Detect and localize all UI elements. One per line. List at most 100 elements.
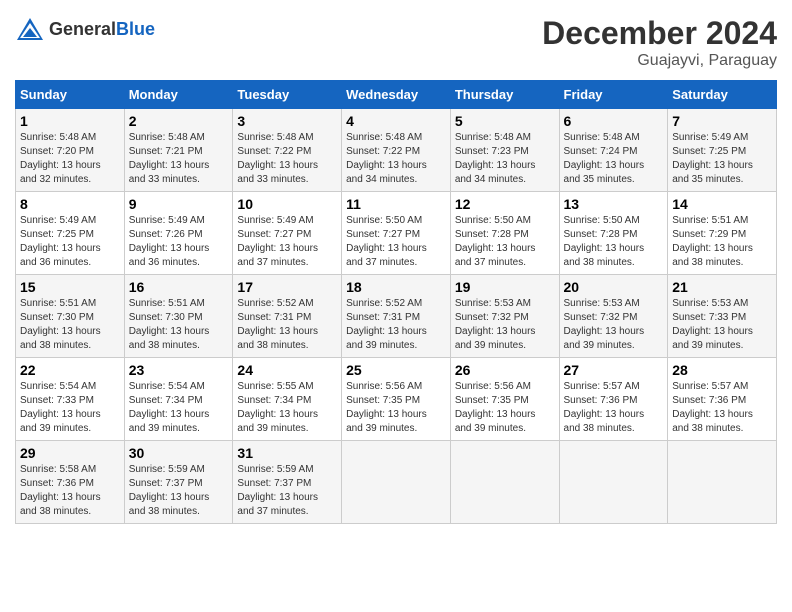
day-number: 26 (455, 362, 555, 378)
day-info: Sunrise: 5:57 AM Sunset: 7:36 PM Dayligh… (564, 380, 664, 436)
day-number: 23 (129, 362, 229, 378)
day-number: 9 (129, 196, 229, 212)
calendar-cell: 23 Sunrise: 5:54 AM Sunset: 7:34 PM Dayl… (124, 358, 233, 441)
calendar-row-1: 1 Sunrise: 5:48 AM Sunset: 7:20 PM Dayli… (16, 109, 777, 192)
day-number: 17 (237, 279, 337, 295)
day-info: Sunrise: 5:49 AM Sunset: 7:26 PM Dayligh… (129, 214, 229, 270)
day-number: 13 (564, 196, 664, 212)
calendar-cell: 13 Sunrise: 5:50 AM Sunset: 7:28 PM Dayl… (559, 192, 668, 275)
calendar-header: Sunday Monday Tuesday Wednesday Thursday… (16, 81, 777, 109)
header-friday: Friday (559, 81, 668, 109)
calendar-cell: 6 Sunrise: 5:48 AM Sunset: 7:24 PM Dayli… (559, 109, 668, 192)
day-number: 20 (564, 279, 664, 295)
calendar-cell: 11 Sunrise: 5:50 AM Sunset: 7:27 PM Dayl… (342, 192, 451, 275)
calendar-cell: 16 Sunrise: 5:51 AM Sunset: 7:30 PM Dayl… (124, 275, 233, 358)
day-info: Sunrise: 5:50 AM Sunset: 7:27 PM Dayligh… (346, 214, 446, 270)
day-number: 28 (672, 362, 772, 378)
day-info: Sunrise: 5:48 AM Sunset: 7:22 PM Dayligh… (237, 131, 337, 187)
calendar-cell (559, 441, 668, 524)
day-info: Sunrise: 5:51 AM Sunset: 7:29 PM Dayligh… (672, 214, 772, 270)
day-number: 14 (672, 196, 772, 212)
calendar-cell: 24 Sunrise: 5:55 AM Sunset: 7:34 PM Dayl… (233, 358, 342, 441)
calendar-cell: 22 Sunrise: 5:54 AM Sunset: 7:33 PM Dayl… (16, 358, 125, 441)
day-info: Sunrise: 5:56 AM Sunset: 7:35 PM Dayligh… (346, 380, 446, 436)
header-tuesday: Tuesday (233, 81, 342, 109)
day-info: Sunrise: 5:49 AM Sunset: 7:25 PM Dayligh… (672, 131, 772, 187)
logo-icon (15, 15, 45, 45)
calendar-cell: 10 Sunrise: 5:49 AM Sunset: 7:27 PM Dayl… (233, 192, 342, 275)
day-number: 10 (237, 196, 337, 212)
day-info: Sunrise: 5:55 AM Sunset: 7:34 PM Dayligh… (237, 380, 337, 436)
header-monday: Monday (124, 81, 233, 109)
calendar-cell (342, 441, 451, 524)
day-number: 8 (20, 196, 120, 212)
day-info: Sunrise: 5:50 AM Sunset: 7:28 PM Dayligh… (455, 214, 555, 270)
calendar-cell: 3 Sunrise: 5:48 AM Sunset: 7:22 PM Dayli… (233, 109, 342, 192)
calendar-cell: 28 Sunrise: 5:57 AM Sunset: 7:36 PM Dayl… (668, 358, 777, 441)
calendar-row-3: 15 Sunrise: 5:51 AM Sunset: 7:30 PM Dayl… (16, 275, 777, 358)
day-number: 24 (237, 362, 337, 378)
day-info: Sunrise: 5:51 AM Sunset: 7:30 PM Dayligh… (20, 297, 120, 353)
day-number: 21 (672, 279, 772, 295)
day-info: Sunrise: 5:50 AM Sunset: 7:28 PM Dayligh… (564, 214, 664, 270)
calendar-body: 1 Sunrise: 5:48 AM Sunset: 7:20 PM Dayli… (16, 109, 777, 524)
calendar-cell: 18 Sunrise: 5:52 AM Sunset: 7:31 PM Dayl… (342, 275, 451, 358)
logo-blue-text: Blue (116, 19, 155, 39)
day-number: 30 (129, 445, 229, 461)
page-container: GeneralBlue December 2024 Guajayvi, Para… (15, 15, 777, 524)
day-number: 3 (237, 113, 337, 129)
day-info: Sunrise: 5:54 AM Sunset: 7:33 PM Dayligh… (20, 380, 120, 436)
day-info: Sunrise: 5:59 AM Sunset: 7:37 PM Dayligh… (129, 463, 229, 519)
day-info: Sunrise: 5:49 AM Sunset: 7:25 PM Dayligh… (20, 214, 120, 270)
calendar-cell: 29 Sunrise: 5:58 AM Sunset: 7:36 PM Dayl… (16, 441, 125, 524)
location: Guajayvi, Paraguay (542, 52, 777, 70)
day-number: 4 (346, 113, 446, 129)
header-thursday: Thursday (450, 81, 559, 109)
header: GeneralBlue December 2024 Guajayvi, Para… (15, 15, 777, 70)
day-info: Sunrise: 5:54 AM Sunset: 7:34 PM Dayligh… (129, 380, 229, 436)
calendar-cell: 7 Sunrise: 5:49 AM Sunset: 7:25 PM Dayli… (668, 109, 777, 192)
calendar-cell (668, 441, 777, 524)
header-sunday: Sunday (16, 81, 125, 109)
calendar-cell: 26 Sunrise: 5:56 AM Sunset: 7:35 PM Dayl… (450, 358, 559, 441)
logo-general-text: General (49, 19, 116, 39)
title-area: December 2024 Guajayvi, Paraguay (542, 15, 777, 70)
day-number: 6 (564, 113, 664, 129)
calendar-cell: 12 Sunrise: 5:50 AM Sunset: 7:28 PM Dayl… (450, 192, 559, 275)
day-info: Sunrise: 5:59 AM Sunset: 7:37 PM Dayligh… (237, 463, 337, 519)
day-info: Sunrise: 5:51 AM Sunset: 7:30 PM Dayligh… (129, 297, 229, 353)
day-number: 29 (20, 445, 120, 461)
day-number: 1 (20, 113, 120, 129)
calendar-cell: 4 Sunrise: 5:48 AM Sunset: 7:22 PM Dayli… (342, 109, 451, 192)
calendar-cell: 27 Sunrise: 5:57 AM Sunset: 7:36 PM Dayl… (559, 358, 668, 441)
day-info: Sunrise: 5:53 AM Sunset: 7:32 PM Dayligh… (455, 297, 555, 353)
day-info: Sunrise: 5:56 AM Sunset: 7:35 PM Dayligh… (455, 380, 555, 436)
calendar-row-2: 8 Sunrise: 5:49 AM Sunset: 7:25 PM Dayli… (16, 192, 777, 275)
calendar-cell: 19 Sunrise: 5:53 AM Sunset: 7:32 PM Dayl… (450, 275, 559, 358)
logo: GeneralBlue (15, 15, 155, 45)
day-number: 11 (346, 196, 446, 212)
calendar-row-4: 22 Sunrise: 5:54 AM Sunset: 7:33 PM Dayl… (16, 358, 777, 441)
day-number: 5 (455, 113, 555, 129)
day-number: 15 (20, 279, 120, 295)
day-number: 31 (237, 445, 337, 461)
day-number: 22 (20, 362, 120, 378)
calendar-cell: 14 Sunrise: 5:51 AM Sunset: 7:29 PM Dayl… (668, 192, 777, 275)
day-number: 18 (346, 279, 446, 295)
day-number: 25 (346, 362, 446, 378)
calendar-cell: 25 Sunrise: 5:56 AM Sunset: 7:35 PM Dayl… (342, 358, 451, 441)
day-info: Sunrise: 5:48 AM Sunset: 7:24 PM Dayligh… (564, 131, 664, 187)
day-number: 16 (129, 279, 229, 295)
day-info: Sunrise: 5:53 AM Sunset: 7:32 PM Dayligh… (564, 297, 664, 353)
day-number: 7 (672, 113, 772, 129)
header-saturday: Saturday (668, 81, 777, 109)
header-wednesday: Wednesday (342, 81, 451, 109)
calendar-cell (450, 441, 559, 524)
calendar-row-5: 29 Sunrise: 5:58 AM Sunset: 7:36 PM Dayl… (16, 441, 777, 524)
calendar-cell: 8 Sunrise: 5:49 AM Sunset: 7:25 PM Dayli… (16, 192, 125, 275)
calendar-cell: 2 Sunrise: 5:48 AM Sunset: 7:21 PM Dayli… (124, 109, 233, 192)
day-info: Sunrise: 5:48 AM Sunset: 7:20 PM Dayligh… (20, 131, 120, 187)
day-info: Sunrise: 5:52 AM Sunset: 7:31 PM Dayligh… (346, 297, 446, 353)
calendar-cell: 31 Sunrise: 5:59 AM Sunset: 7:37 PM Dayl… (233, 441, 342, 524)
day-info: Sunrise: 5:48 AM Sunset: 7:21 PM Dayligh… (129, 131, 229, 187)
